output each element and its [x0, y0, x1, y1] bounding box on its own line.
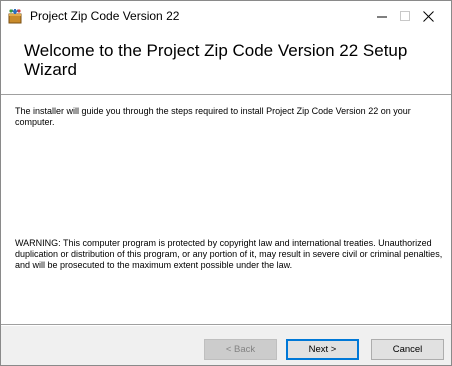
installer-package-icon — [7, 8, 23, 24]
next-button[interactable]: Next > — [286, 339, 359, 360]
wizard-footer: < Back Next > Cancel — [1, 326, 451, 365]
title-bar[interactable]: Project Zip Code Version 22 — [1, 1, 451, 31]
wizard-header: Welcome to the Project Zip Code Version … — [1, 31, 451, 94]
intro-text: The installer will guide you through the… — [15, 106, 411, 127]
wizard-content: The installer will guide you through the… — [1, 96, 451, 324]
close-button[interactable] — [405, 1, 451, 31]
page-title: Welcome to the Project Zip Code Version … — [24, 41, 408, 79]
close-icon — [422, 10, 434, 22]
window-title: Project Zip Code Version 22 — [30, 9, 180, 23]
cancel-button[interactable]: Cancel — [371, 339, 444, 360]
copyright-warning: WARNING: This computer program is protec… — [15, 238, 443, 270]
back-button[interactable]: < Back — [204, 339, 277, 360]
setup-wizard-window: Project Zip Code Version 22 Welcome to t… — [0, 0, 452, 366]
